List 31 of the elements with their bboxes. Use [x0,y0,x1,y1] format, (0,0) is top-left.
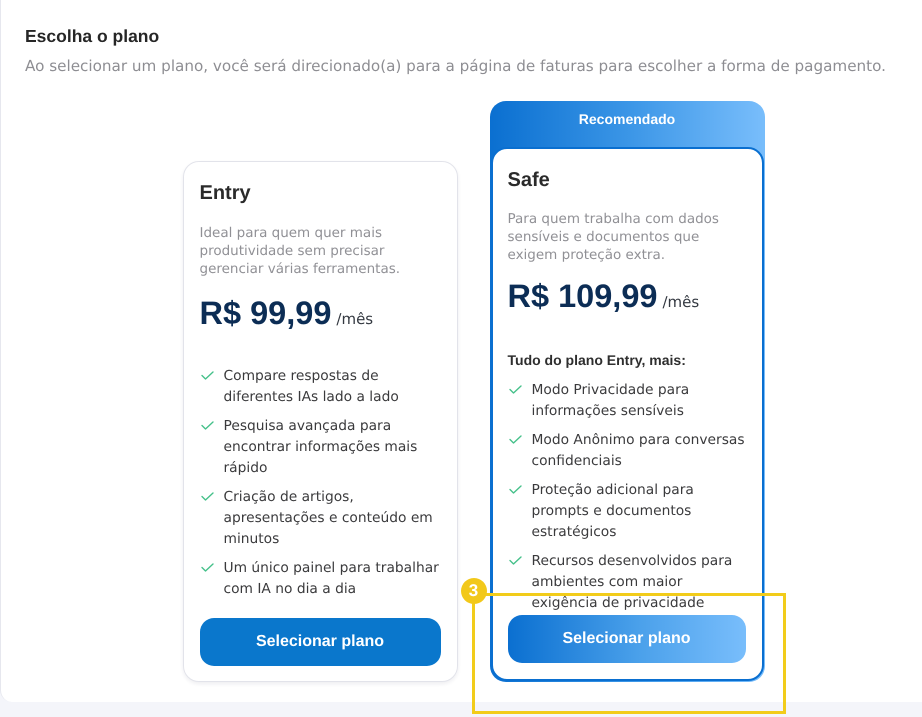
page-subtitle: Ao selecionar um plano, você será direcionado(a) para a página de faturas para escolher a forma de pagamento. [25,56,887,76]
price-period: /mês [662,292,700,312]
check-icon [200,563,214,572]
check-icon [508,435,522,444]
check-icon [200,371,214,380]
plan-description: Ideal para quem quer mais produtividade sem precisar gerenciar várias ferramentas. [200,224,402,278]
select-plan-button[interactable]: Selecionar plano [200,618,440,666]
plan-description: Para quem trabalha com dados sensíveis e documentos que exigem proteção extra. [508,210,720,264]
feature-text: Compare respostas de diferentes IAs lado a lado [224,367,400,407]
page-title: Escolha o plano [25,26,160,46]
feature-text: Pesquisa avançada para encontrar informações mais rápido [224,417,418,478]
select-plan-button[interactable]: Selecionar plano [508,615,746,663]
check-icon [200,421,214,430]
recommended-label: Recomendado [578,110,676,129]
feature-text: Um único painel para trabalhar com IA no dia a dia [224,559,440,599]
plan-price: R$ 99,99 [200,294,332,333]
plan-name: Entry [200,181,252,205]
check-icon [200,492,214,501]
plan-price: R$ 109,99 [508,277,658,316]
feature-text: Recursos desenvolvidos para ambientes com maior exigência de privacidade [532,552,734,613]
price-period: /mês [336,309,374,329]
step-badge: 3 [460,578,486,604]
features-heading: Tudo do plano Entry, mais: [508,351,687,370]
check-icon [508,385,522,394]
feature-text: Proteção adicional para prompts e documentos estratégicos [532,481,695,542]
check-icon [508,556,522,565]
feature-text: Modo Privacidade para informações sensíveis [532,381,690,421]
feature-text: Criação de artigos, apresentações e conteúdo em minutos [224,488,434,549]
plan-name: Safe [508,168,551,192]
feature-text: Modo Anônimo para conversas confidenciais [532,431,746,471]
check-icon [508,485,522,494]
